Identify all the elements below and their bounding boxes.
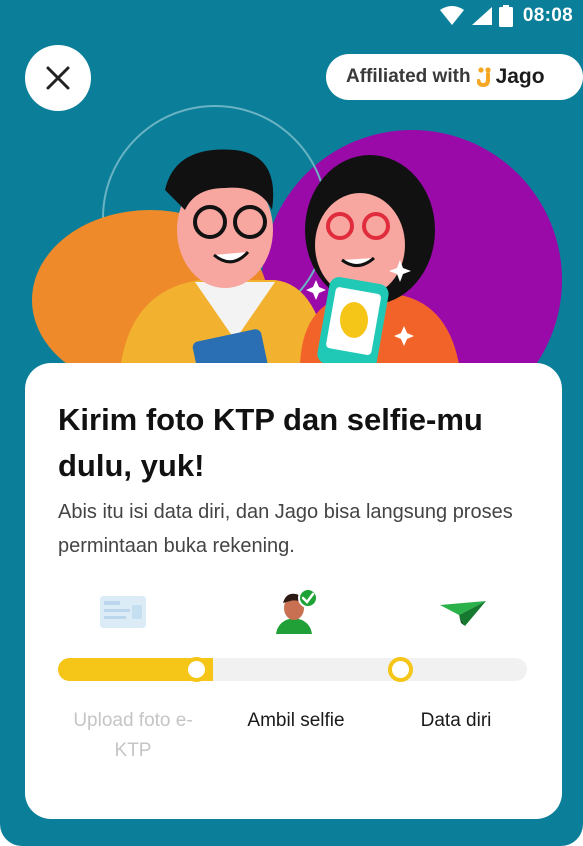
- affiliated-with-jago-badge: Affiliated with Jago: [326, 54, 583, 100]
- step-label-ambil-selfie: Ambil selfie: [247, 710, 345, 731]
- progress-track: [58, 657, 527, 682]
- jago-logo-icon: [476, 67, 491, 87]
- affiliated-label: Affiliated with: [346, 66, 471, 87]
- step-label-upload-ektp: Upload foto e-KTP: [73, 710, 193, 761]
- card-title: Kirim foto KTP dan selfie-mu dulu, yuk!: [58, 402, 483, 483]
- battery-icon: [498, 5, 513, 27]
- wifi-icon: [439, 6, 464, 25]
- step-label-data-diri: Data diri: [420, 710, 492, 731]
- close-button[interactable]: [25, 45, 91, 111]
- progress-step-dot-2: [388, 657, 413, 682]
- paper-plane-icon: [440, 601, 486, 626]
- close-icon: [46, 66, 70, 90]
- selfie-person-icon: [276, 588, 318, 634]
- jago-brand-name: Jago: [495, 65, 545, 88]
- signal-icon: [471, 7, 492, 25]
- status-bar: 08:08: [383, 0, 583, 32]
- jago-logo: Jago: [476, 65, 545, 89]
- progress-step-dot-1: [184, 657, 209, 682]
- id-card-icon: [100, 596, 146, 628]
- card-subtitle: Abis itu isi data diri, dan Jago bisa la…: [58, 501, 513, 557]
- couple-with-phone-illustration: [32, 105, 562, 400]
- onboarding-screen: 08:08 Affiliated with Jago Kirim foto KT…: [0, 0, 583, 846]
- status-time: 08:08: [522, 5, 573, 26]
- kyc-intro-card: Kirim foto KTP dan selfie-mu dulu, yuk! …: [25, 363, 562, 819]
